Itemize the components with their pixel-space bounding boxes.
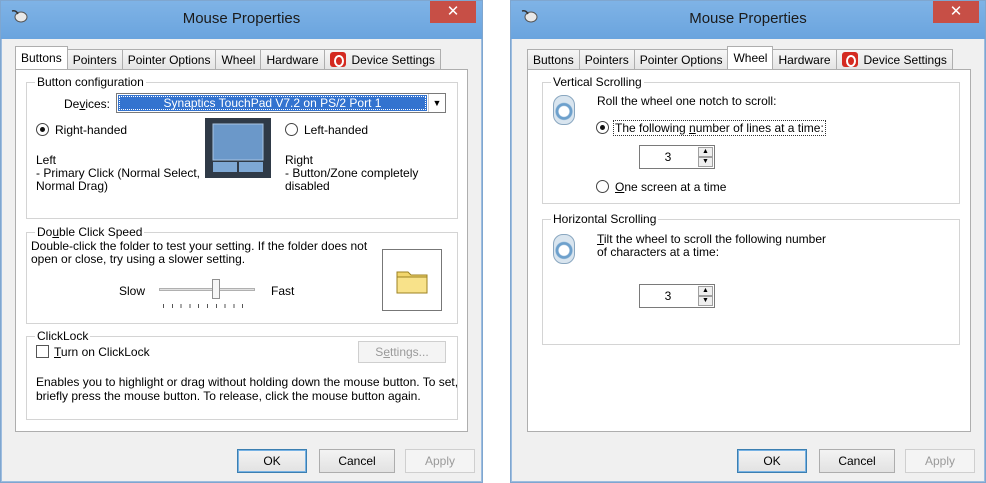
tab-wheel[interactable]: Wheel	[215, 49, 262, 69]
ok-button[interactable]: OK	[237, 449, 307, 473]
clicklock-desc-2: briefly press the mouse button. To relea…	[36, 389, 421, 403]
dialog-body: Buttons Pointers Pointer Options Wheel H…	[519, 39, 977, 474]
slider-thumb[interactable]	[212, 279, 220, 299]
ok-button[interactable]: OK	[737, 449, 807, 473]
lines-spinner[interactable]: 3 ▲ ▼	[639, 145, 715, 169]
right-button-desc-2: disabled	[285, 179, 330, 193]
lines-at-a-time-radio[interactable]	[596, 121, 609, 134]
left-handed-label: Left-handed	[304, 123, 369, 137]
title-bar: Mouse Properties ✕	[1, 1, 482, 39]
spin-up-icon[interactable]: ▲	[698, 286, 713, 296]
window-title: Mouse Properties	[182, 10, 301, 27]
close-button[interactable]: ✕	[430, 1, 476, 23]
tab-device-settings[interactable]: Device Settings	[323, 49, 441, 69]
right-handed-label: Right-handed	[55, 123, 128, 137]
speed-slider[interactable]	[159, 279, 255, 311]
lines-value: 3	[664, 150, 672, 164]
left-button-desc-2: Normal Drag)	[36, 179, 109, 193]
tab-panel-buttons: Button configuration Devices: Synaptics …	[15, 69, 468, 432]
group-button-configuration: Button configuration Devices: Synaptics …	[26, 75, 458, 219]
group-legend: ClickLock	[35, 329, 91, 343]
tab-strip: Buttons Pointers Pointer Options Wheel H…	[15, 46, 441, 69]
apply-button[interactable]: Apply	[905, 449, 975, 473]
tab-buttons[interactable]: Buttons	[527, 49, 580, 69]
mouse-properties-window-buttons: Mouse Properties ✕ Buttons Pointers Poin…	[0, 0, 483, 483]
mouse-wheel-icon	[553, 95, 575, 125]
one-screen-label: One screen at a time	[615, 180, 727, 194]
tab-hardware[interactable]: Hardware	[772, 49, 837, 69]
group-legend: Horizontal Scrolling	[551, 212, 659, 226]
slider-track	[159, 288, 255, 291]
one-screen-radio[interactable]	[596, 180, 609, 193]
tab-pointers[interactable]: Pointers	[66, 49, 123, 69]
mouse-properties-window-wheel: Mouse Properties ✕ Buttons Pointers Poin…	[510, 0, 986, 483]
tab-strip: Buttons Pointers Pointer Options Wheel H…	[527, 46, 953, 69]
horizontal-prompt-1: Tilt the wheel to scroll the following n…	[597, 232, 827, 246]
test-folder-box[interactable]	[382, 249, 442, 311]
tab-buttons[interactable]: Buttons	[15, 46, 68, 69]
spin-up-icon[interactable]: ▲	[698, 147, 713, 157]
mouse-wheel-icon	[553, 234, 575, 264]
close-button[interactable]: ✕	[933, 1, 979, 23]
group-legend: Vertical Scrolling	[551, 75, 644, 89]
left-handed-radio[interactable]	[285, 123, 298, 136]
clicklock-checkbox[interactable]	[36, 345, 49, 358]
dropdown-arrow-icon: ▼	[428, 94, 445, 112]
dialog-body: Buttons Pointers Pointer Options Wheel H…	[9, 39, 475, 474]
touchpad-image	[205, 118, 271, 178]
right-handed-radio[interactable]	[36, 123, 49, 136]
devices-label: Devices:	[64, 97, 111, 111]
tab-pointer-options[interactable]: Pointer Options	[633, 49, 729, 69]
tab-panel-wheel: Vertical Scrolling Roll the wheel one no…	[527, 69, 971, 432]
fast-label: Fast	[271, 284, 295, 298]
clicklock-desc-1: Enables you to highlight or drag without…	[36, 375, 459, 389]
chars-value: 3	[664, 289, 672, 303]
cancel-button[interactable]: Cancel	[819, 449, 895, 473]
lines-at-a-time-label: The following number of lines at a time:	[613, 120, 826, 136]
cancel-button[interactable]: Cancel	[319, 449, 395, 473]
double-click-desc-2: open or close, try using a slower settin…	[31, 252, 246, 266]
slow-label: Slow	[119, 284, 146, 298]
group-double-click-speed: Double Click Speed Double-click the fold…	[26, 225, 458, 324]
tab-wheel[interactable]: Wheel	[727, 46, 774, 69]
right-button-desc-1: - Button/Zone completely	[285, 166, 419, 180]
synaptics-icon	[329, 52, 346, 67]
synaptics-icon	[841, 52, 858, 67]
horizontal-prompt-2: of characters at a time:	[597, 245, 720, 259]
double-click-desc-1: Double-click the folder to test your set…	[31, 239, 368, 253]
left-button-title: Left	[36, 153, 57, 167]
group-vertical-scrolling: Vertical Scrolling Roll the wheel one no…	[542, 75, 960, 204]
tab-pointer-options[interactable]: Pointer Options	[121, 49, 217, 69]
clicklock-checkbox-label: Turn on ClickLock	[54, 345, 150, 359]
spin-down-icon[interactable]: ▼	[698, 157, 713, 167]
tab-device-settings-label: Device Settings	[351, 52, 435, 67]
right-button-title: Right	[285, 153, 314, 167]
devices-selected-value: Synaptics TouchPad V7.2 on PS/2 Port 1	[118, 95, 427, 111]
devices-dropdown[interactable]: Synaptics TouchPad V7.2 on PS/2 Port 1 ▼	[116, 93, 446, 113]
vertical-prompt: Roll the wheel one notch to scroll:	[597, 94, 777, 108]
apply-button[interactable]: Apply	[405, 449, 475, 473]
window-title: Mouse Properties	[689, 10, 807, 27]
left-button-desc-1: - Primary Click (Normal Select,	[36, 166, 201, 180]
group-horizontal-scrolling: Horizontal Scrolling Tilt the wheel to s…	[542, 212, 960, 345]
tab-device-settings[interactable]: Device Settings	[835, 49, 953, 69]
chars-spinner[interactable]: 3 ▲ ▼	[639, 284, 715, 308]
group-clicklock: ClickLock Turn on ClickLock Settings... …	[26, 329, 459, 420]
group-legend: Double Click Speed	[35, 225, 145, 239]
clicklock-settings-button[interactable]: Settings...	[358, 341, 446, 363]
tab-device-settings-label: Device Settings	[863, 52, 947, 67]
group-legend: Button configuration	[35, 75, 146, 89]
tab-pointers[interactable]: Pointers	[578, 49, 635, 69]
folder-icon	[396, 271, 428, 294]
slider-ticks	[163, 304, 251, 308]
tab-hardware[interactable]: Hardware	[260, 49, 325, 69]
title-bar: Mouse Properties ✕	[511, 1, 985, 39]
spin-down-icon[interactable]: ▼	[698, 296, 713, 306]
